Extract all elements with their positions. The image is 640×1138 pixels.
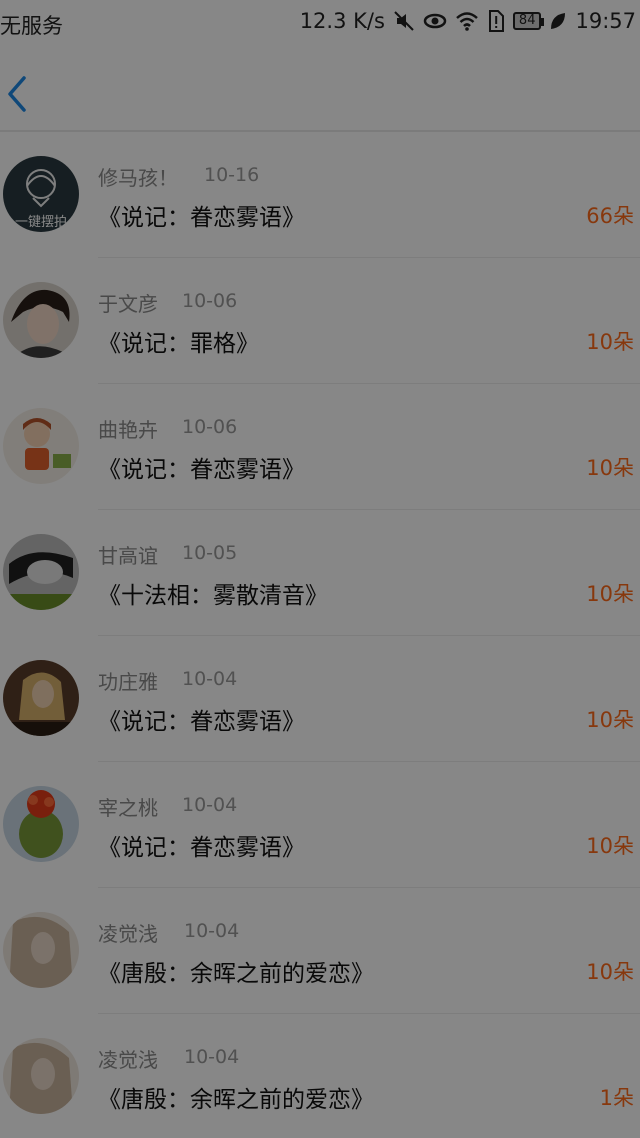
avatar: [3, 408, 79, 484]
date-label: 10-04: [182, 794, 238, 816]
screen: 无服务 12.3 K/s 84 19:57 一键摆拍 修马孩！ 10-16 《说…: [0, 0, 640, 1138]
user-name: 于文彦: [98, 292, 158, 316]
chevron-left-icon[interactable]: [4, 74, 32, 114]
avatar: [3, 786, 79, 862]
user-name: 曲艳卉: [98, 418, 158, 442]
flower-count: 10朵: [586, 834, 634, 858]
flower-count: 10朵: [586, 960, 634, 984]
mute-icon: [393, 10, 415, 32]
wifi-icon: [455, 10, 479, 32]
flower-count: 10朵: [586, 456, 634, 480]
date-label: 10-05: [182, 542, 238, 564]
date-label: 10-04: [182, 668, 238, 690]
date-label: 10-04: [184, 920, 240, 942]
avatar: [3, 912, 79, 988]
date-label: 10-06: [182, 416, 238, 438]
clock: 19:57: [575, 9, 636, 33]
book-title: 《说记：眷恋雾语》: [98, 457, 305, 483]
list-item[interactable]: 于文彦 10-06 《说记：罪格》 10朵: [3, 258, 640, 384]
status-bar: 无服务 12.3 K/s 84 19:57: [0, 0, 640, 44]
eye-icon: [423, 10, 447, 32]
book-title: 《说记：眷恋雾语》: [98, 835, 305, 861]
list-item[interactable]: 凌觉浅 10-04 《唐殷：余晖之前的爱恋》 10朵: [3, 888, 640, 1014]
carrier-label: 无服务: [0, 14, 63, 38]
user-name: 凌觉浅: [98, 922, 158, 946]
list-item[interactable]: 功庄雅 10-04 《说记：眷恋雾语》 10朵: [3, 636, 640, 762]
list-item[interactable]: 甘高谊 10-05 《十法相：雾散清音》 10朵: [3, 510, 640, 636]
book-title: 《说记：罪格》: [98, 331, 259, 357]
user-name: 甘高谊: [98, 544, 158, 568]
avatar: [3, 1038, 79, 1114]
network-speed: 12.3 K/s: [299, 9, 385, 33]
user-name: 功庄雅: [98, 670, 158, 694]
date-label: 10-16: [204, 164, 260, 186]
flower-count: 10朵: [586, 582, 634, 606]
status-icons: 12.3 K/s 84 19:57: [300, 9, 636, 33]
book-title: 《十法相：雾散清音》: [98, 583, 328, 609]
gift-list: 一键摆拍 修马孩！ 10-16 《说记：眷恋雾语》 66朵 于文彦 10-06 …: [0, 132, 640, 1138]
list-item[interactable]: 宰之桃 10-04 《说记：眷恋雾语》 10朵: [3, 762, 640, 888]
app-header: [0, 44, 640, 132]
avatar: [3, 660, 79, 736]
book-title: 《唐殷：余晖之前的爱恋》: [98, 961, 374, 987]
list-item[interactable]: 凌觉浅 10-04 《唐殷：余晖之前的爱恋》 1朵: [3, 1014, 640, 1138]
book-title: 《说记：眷恋雾语》: [98, 205, 305, 231]
leaf-icon: [549, 11, 567, 31]
list-item[interactable]: 曲艳卉 10-06 《说记：眷恋雾语》 10朵: [3, 384, 640, 510]
user-name: 修马孩！: [98, 166, 178, 190]
avatar: [3, 282, 79, 358]
book-title: 《说记：眷恋雾语》: [98, 709, 305, 735]
avatar: 一键摆拍: [3, 156, 79, 232]
flower-count: 10朵: [586, 330, 634, 354]
sim-alert-icon: [487, 10, 505, 32]
list-item[interactable]: 一键摆拍 修马孩！ 10-16 《说记：眷恋雾语》 66朵: [3, 132, 640, 258]
flower-count: 1朵: [599, 1086, 634, 1110]
date-label: 10-06: [182, 290, 238, 312]
flower-count: 66朵: [586, 204, 634, 228]
avatar: [3, 534, 79, 610]
flower-count: 10朵: [586, 708, 634, 732]
date-label: 10-04: [184, 1046, 240, 1068]
user-name: 宰之桃: [98, 796, 158, 820]
svg-text:一键摆拍: 一键摆拍: [15, 215, 67, 230]
user-name: 凌觉浅: [98, 1048, 158, 1072]
battery-icon: 84: [512, 12, 544, 30]
book-title: 《唐殷：余晖之前的爱恋》: [98, 1087, 374, 1113]
